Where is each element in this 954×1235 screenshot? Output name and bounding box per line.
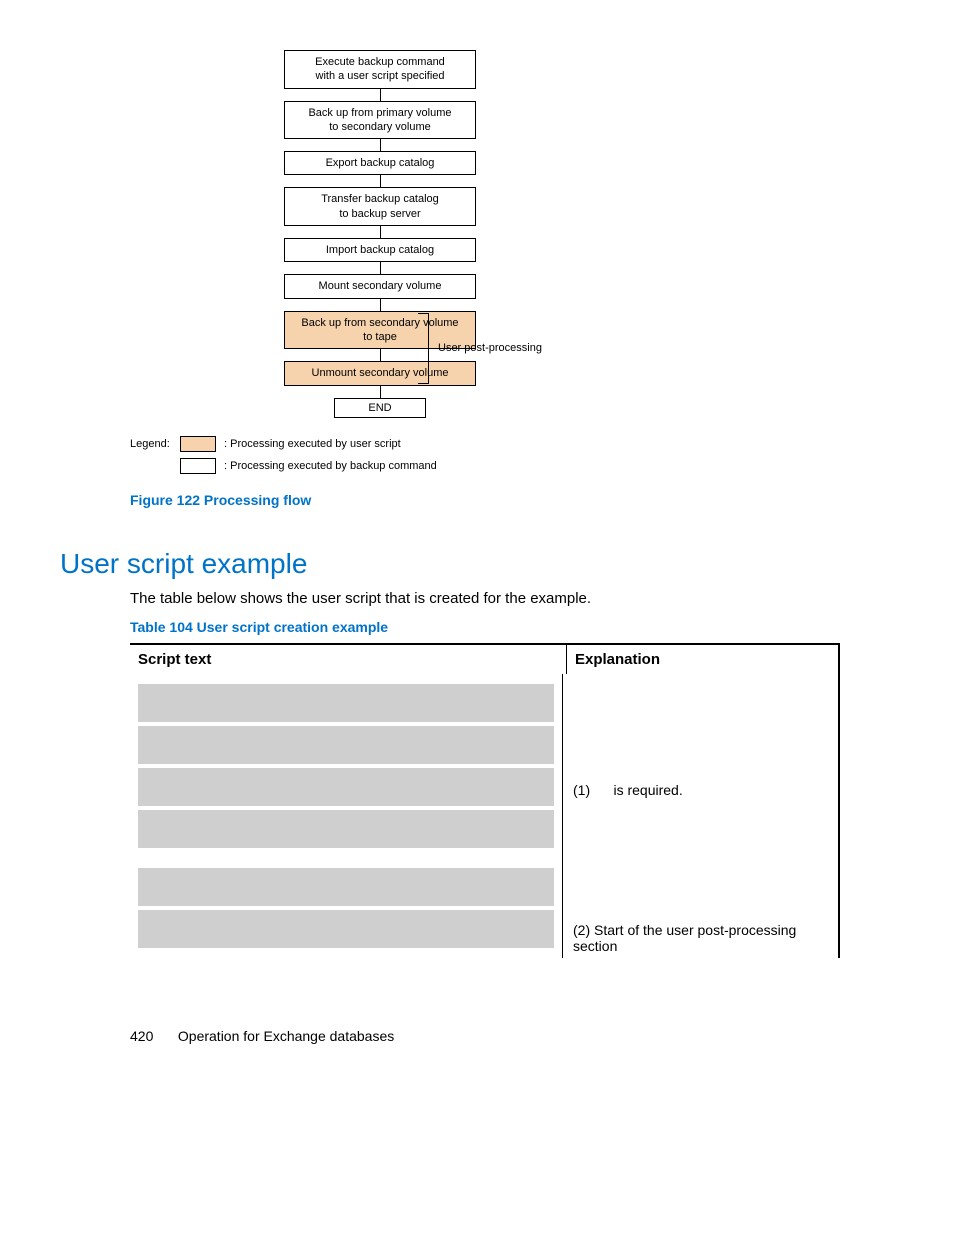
intro-text: The table below shows the user script th… [130,590,894,607]
legend-swatch-plain [180,458,216,474]
flow-step-1: Execute backup commandwith a user script… [284,50,476,89]
explanation-2: (2) Start of the user post-processing se… [573,922,838,954]
table-caption: Table 104 User script creation example [130,619,894,635]
legend: Legend: : Processing executed by user sc… [130,436,894,474]
flow-step-6: Mount secondary volume [284,274,476,298]
flowchart: Execute backup commandwith a user script… [130,50,630,418]
flow-step-4: Transfer backup catalogto backup server [284,187,476,226]
script-text-placeholder [138,910,554,948]
section-heading: User script example [60,548,894,580]
script-text-placeholder [138,684,554,722]
explanation-1: (1) is required. [573,782,683,798]
bracket-label: User post-processing [438,342,542,354]
table-row: (1) is required. [130,674,838,858]
script-text-placeholder [138,810,554,848]
script-text-placeholder [138,768,554,806]
script-table: Script text Explanation (1) is required. [130,643,840,958]
figure-caption: Figure 122 Processing flow [130,492,894,508]
flow-step-3: Export backup catalog [284,151,476,175]
table-header: Script text Explanation [130,645,838,674]
legend-text-2: : Processing executed by backup command [224,460,437,472]
flow-step-5: Import backup catalog [284,238,476,262]
legend-label: Legend: [130,438,180,450]
legend-text-1: : Processing executed by user script [224,438,401,450]
page-footer: 420 Operation for Exchange databases [130,1028,894,1044]
footer-title: Operation for Exchange databases [178,1028,394,1044]
flow-step-8: Unmount secondary volume [284,361,476,385]
table-head-script: Script text [130,645,567,674]
legend-swatch-highlight [180,436,216,452]
page-number: 420 [130,1028,174,1044]
script-text-placeholder [138,726,554,764]
script-text-placeholder [138,868,554,906]
flow-step-2: Back up from primary volumeto secondary … [284,101,476,140]
table-head-explanation: Explanation [567,645,838,674]
flow-bracket [418,313,429,384]
flow-end: END [334,398,426,418]
table-row: (2) Start of the user post-processing se… [130,858,838,958]
